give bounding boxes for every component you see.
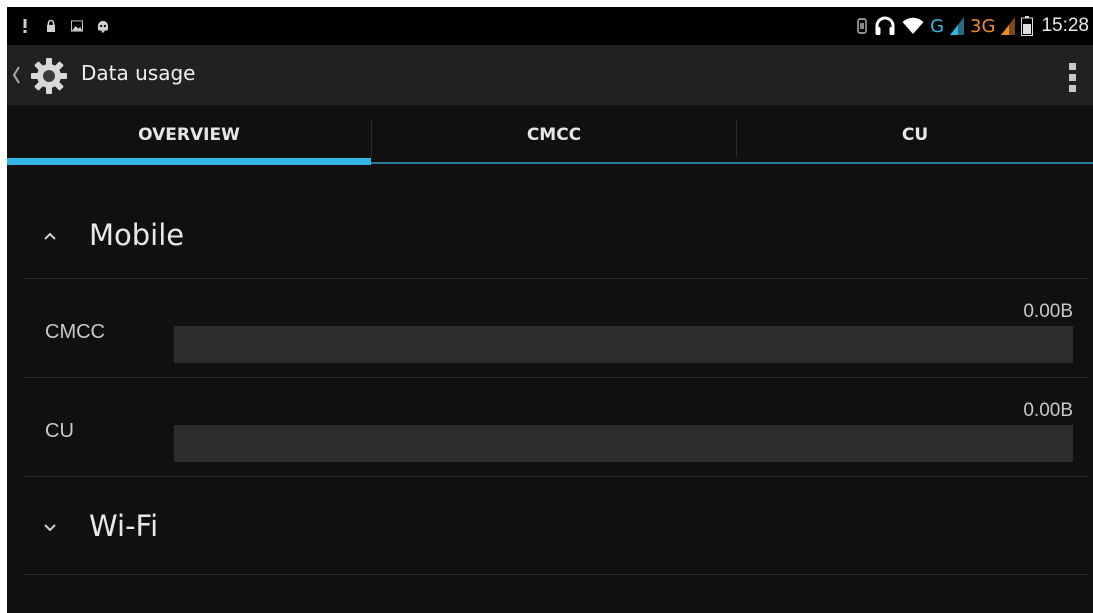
- tab-bar: OVERVIEW CMCC CU: [7, 105, 1093, 167]
- alert-icon: [19, 19, 31, 33]
- divider: [23, 476, 1089, 477]
- android-icon: [97, 19, 109, 33]
- usage-value: 0.00B: [1023, 400, 1073, 421]
- screen: G 3G 15:28 Data usage OVERVIEW CMCC CU M…: [7, 7, 1093, 613]
- chevron-down-icon: [39, 519, 61, 533]
- tab-cu[interactable]: CU: [737, 105, 1093, 165]
- headphones-icon: [874, 15, 896, 37]
- page-title: Data usage: [81, 61, 196, 85]
- section-title-wifi: Wi-Fi: [89, 509, 159, 543]
- system-status-icons: G 3G 15:28: [856, 7, 1089, 45]
- usage-label: CMCC: [45, 321, 105, 343]
- section-title-mobile: Mobile: [89, 218, 185, 252]
- signal-icon: [1001, 17, 1016, 35]
- battery-icon: [1021, 16, 1034, 36]
- action-bar: Data usage: [7, 45, 1093, 105]
- lock-icon: [45, 19, 57, 33]
- image-icon: [71, 19, 83, 33]
- network-type-3g: 3G: [970, 15, 996, 37]
- divider: [23, 574, 1089, 575]
- usage-row-cmcc[interactable]: CMCC 0.00B: [23, 279, 1089, 377]
- status-bar: G 3G 15:28: [7, 7, 1093, 45]
- tab-selected-indicator: [7, 158, 371, 165]
- wifi-icon: [902, 16, 924, 36]
- back-caret-icon[interactable]: [12, 64, 20, 86]
- sim-icon: [856, 18, 868, 34]
- network-type-g: G: [930, 15, 945, 37]
- mobile-section-header[interactable]: Mobile: [23, 195, 1089, 275]
- tab-cmcc[interactable]: CMCC: [372, 105, 736, 165]
- overflow-menu-icon[interactable]: [1067, 61, 1079, 95]
- usage-bar: [174, 425, 1073, 462]
- usage-row-cu[interactable]: CU 0.00B: [23, 378, 1089, 476]
- tab-overview[interactable]: OVERVIEW: [7, 105, 371, 165]
- usage-bar: [174, 326, 1073, 363]
- settings-gear-icon[interactable]: [29, 56, 69, 96]
- wifi-section-header[interactable]: Wi-Fi: [23, 486, 1089, 566]
- usage-label: CU: [45, 420, 74, 442]
- notification-icons: [19, 7, 109, 45]
- usage-value: 0.00B: [1023, 301, 1073, 322]
- status-time: 15:28: [1041, 15, 1089, 36]
- chevron-up-icon: [39, 228, 61, 242]
- signal-icon: [950, 17, 965, 35]
